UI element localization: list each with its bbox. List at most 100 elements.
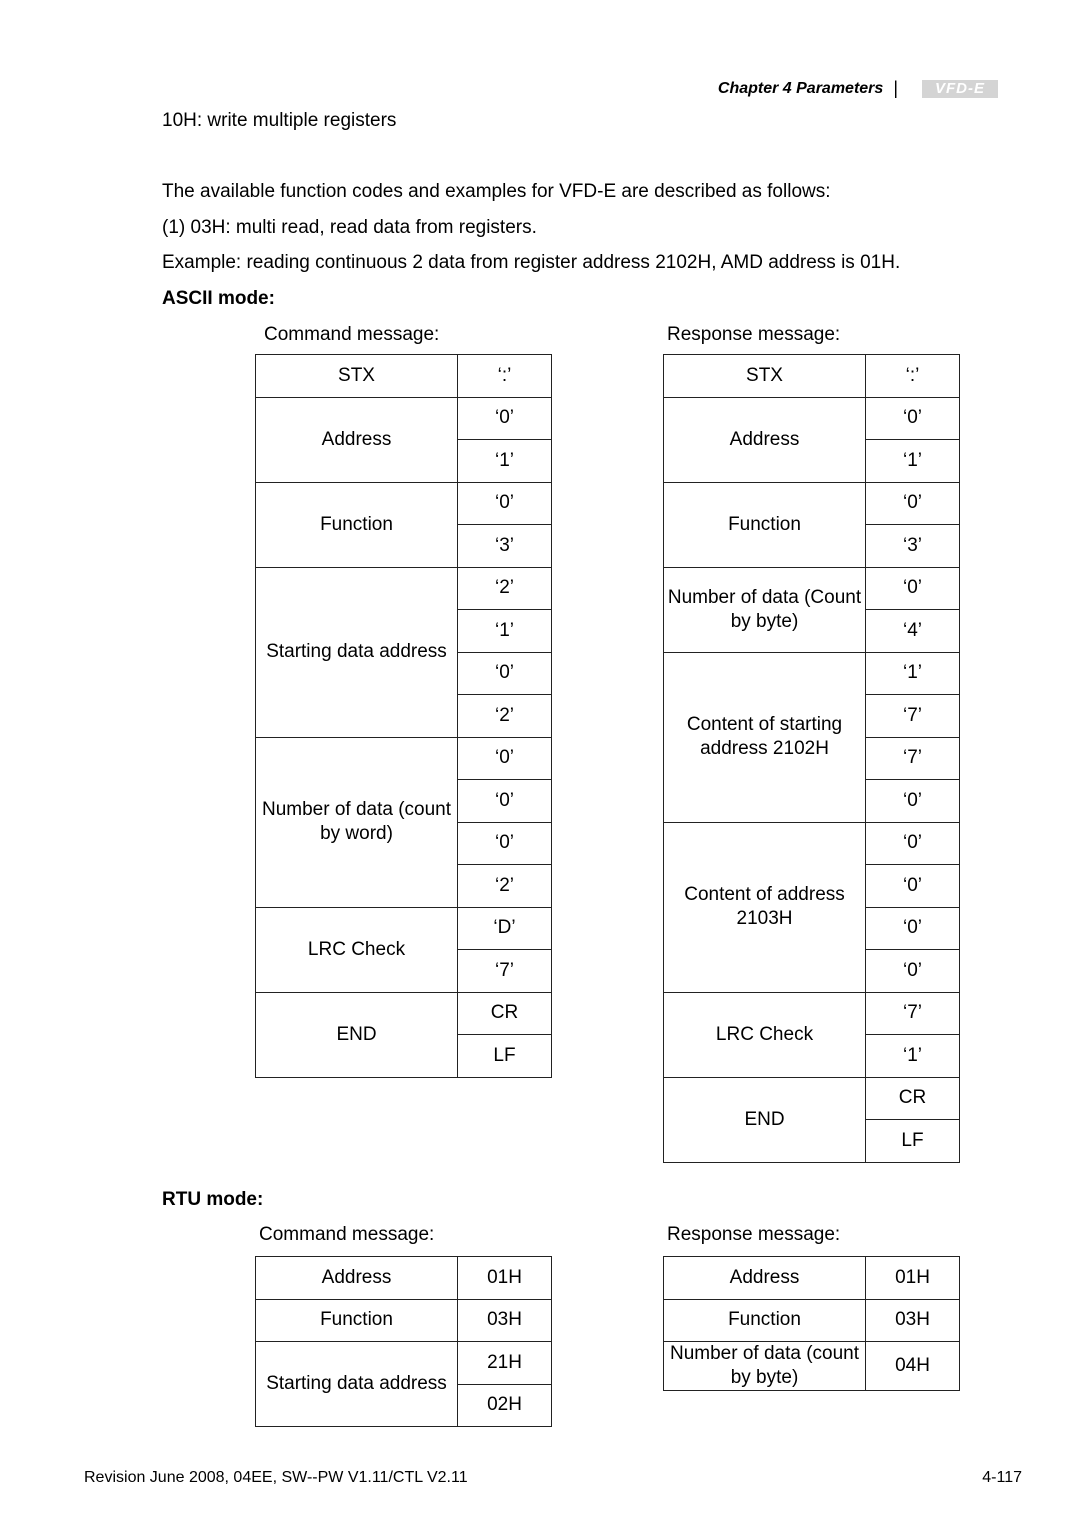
field-value-cell: ‘0’ — [865, 906, 960, 950]
text-line-1: 10H: write multiple registers — [162, 110, 397, 131]
table-row: Number of data (Count by byte) ‘0’ — [663, 566, 960, 653]
field-value-cell: ‘:’ — [865, 354, 960, 398]
field-value-cell: ‘2’ — [457, 864, 552, 908]
table-row: Content of starting address 2102H ‘1’ — [663, 651, 960, 823]
field-name-cell: STX — [663, 354, 866, 398]
field-value-cell: ‘7’ — [865, 991, 960, 1035]
rtu-response-label: Response message: — [667, 1224, 841, 1245]
field-name-cell: STX — [255, 354, 458, 398]
rtu-command-table: Address 01H Function 03H Starting data addre… — [255, 1256, 552, 1427]
field-value-cell: 02H — [457, 1383, 552, 1427]
field-name-cell: Function — [663, 481, 866, 568]
page-header: Chapter 4 Parameters | VFD-E — [718, 78, 998, 99]
footer-page-number: 4-117 — [982, 1469, 1022, 1486]
rtu-mode-title: RTU mode: — [162, 1189, 264, 1210]
field-value-cell: ‘0’ — [457, 736, 552, 780]
field-name-cell: Address — [255, 1256, 458, 1300]
field-name-cell: Address — [255, 396, 458, 483]
table-row: Function ‘0’ — [255, 481, 552, 568]
table-row: Number of data (count by word) ‘0’ — [255, 736, 552, 908]
field-name-cell: Function — [255, 1298, 458, 1342]
ascii-response-label: Response message: — [667, 324, 841, 345]
field-value-cell: ‘1’ — [457, 439, 552, 483]
field-name-cell: Address — [663, 396, 866, 483]
field-name-cell: LRC Check — [663, 991, 866, 1078]
field-value-cell: CR — [457, 991, 552, 1035]
text-line-4: Example: reading continuous 2 data from … — [162, 252, 901, 273]
field-value-cell: ‘0’ — [457, 651, 552, 695]
header-separator: | — [893, 78, 898, 98]
field-value-cell: 03H — [457, 1298, 552, 1342]
field-name-cell: Function — [255, 481, 458, 568]
field-name-cell: Number of data (count by word) — [255, 736, 458, 908]
table-row: LRC Check ‘D’ — [255, 906, 552, 993]
field-value-cell: 04H — [865, 1341, 960, 1391]
table-row: Function 03H — [255, 1298, 552, 1342]
field-value-cell: ‘1’ — [865, 651, 960, 695]
field-value-cell: ‘2’ — [457, 566, 552, 610]
field-value-cell: ‘7’ — [865, 736, 960, 780]
field-value-cell: CR — [865, 1076, 960, 1120]
field-value-cell: LF — [865, 1119, 960, 1163]
text-line-3: (1) 03H: multi read, read data from regi… — [162, 217, 537, 238]
rtu-command-label: Command message: — [259, 1224, 435, 1245]
field-value-cell: 21H — [457, 1341, 552, 1385]
field-value-cell: ‘0’ — [865, 864, 960, 908]
table-row: Content of address 2103H ‘0’ — [663, 821, 960, 993]
field-name-cell: Content of address 2103H — [663, 821, 866, 993]
field-value-cell: ‘0’ — [457, 481, 552, 525]
field-value-cell: ‘0’ — [865, 821, 960, 865]
field-value-cell: LF — [457, 1034, 552, 1078]
footer-revision: Revision June 2008, 04EE, SW--PW V1.11/C… — [84, 1469, 468, 1486]
field-value-cell: ‘0’ — [865, 396, 960, 440]
chapter-title: Chapter 4 Parameters — [717, 79, 884, 97]
field-name-cell: Number of data (Count by byte) — [663, 566, 866, 653]
field-name-cell: Address — [663, 1256, 866, 1300]
field-value-cell: ‘0’ — [865, 566, 960, 610]
rtu-response-table: Address 01H Function 03H Number of data (cou… — [663, 1256, 960, 1391]
field-name-cell: Function — [663, 1298, 866, 1342]
field-value-cell: ‘1’ — [865, 439, 960, 483]
field-value-cell: ‘7’ — [865, 694, 960, 738]
field-name-cell: Starting data address — [255, 566, 458, 738]
field-value-cell: ‘0’ — [457, 779, 552, 823]
field-value-cell: ‘3’ — [457, 524, 552, 568]
ascii-mode-title: ASCII mode: — [162, 288, 275, 309]
field-value-cell: ‘0’ — [865, 481, 960, 525]
field-name-cell: Content of starting address 2102H — [663, 651, 866, 823]
field-value-cell: 01H — [457, 1256, 552, 1300]
field-value-cell: 03H — [865, 1298, 960, 1342]
table-row: Address 01H — [255, 1256, 552, 1300]
table-row: STX ‘:’ — [255, 354, 552, 398]
ascii-command-label: Command message: — [264, 324, 440, 345]
field-value-cell: ‘0’ — [865, 779, 960, 823]
field-value-cell: ‘1’ — [457, 609, 552, 653]
table-row: END CR — [255, 991, 552, 1078]
table-row: Starting data address ‘2’ — [255, 566, 552, 738]
field-value-cell: ‘0’ — [865, 949, 960, 993]
field-value-cell: ‘:’ — [457, 354, 552, 398]
table-row: LRC Check ‘7’ — [663, 991, 960, 1078]
field-value-cell: ‘4’ — [865, 609, 960, 653]
table-row: Function 03H — [663, 1298, 960, 1342]
field-name-cell: END — [255, 991, 458, 1078]
field-value-cell: ‘D’ — [457, 906, 552, 950]
table-row: Starting data address 21H — [255, 1341, 552, 1427]
text-line-2: The available function codes and example… — [162, 181, 831, 202]
field-value-cell: ‘0’ — [457, 821, 552, 865]
vfd-e-logo: VFD-E — [922, 79, 998, 98]
field-value-cell: ‘2’ — [457, 694, 552, 738]
field-value-cell: ‘1’ — [865, 1034, 960, 1078]
ascii-command-table: STX ‘:’ Address ‘0’ ‘1’ Function ‘0’ ‘3’ Startin… — [255, 354, 552, 1078]
field-value-cell: ‘3’ — [865, 524, 960, 568]
field-value-cell: ‘0’ — [457, 396, 552, 440]
table-row: Address ‘0’ — [255, 396, 552, 483]
field-value-cell: 01H — [865, 1256, 960, 1300]
field-name-cell: LRC Check — [255, 906, 458, 993]
field-value-cell: ‘7’ — [457, 949, 552, 993]
field-name-cell: Starting data address — [255, 1341, 458, 1427]
field-name-cell: END — [663, 1076, 866, 1163]
table-row: Function ‘0’ — [663, 481, 960, 568]
ascii-response-table: STX ‘:’ Address ‘0’ ‘1’ Function ‘0’ ‘3’ Number … — [663, 354, 960, 1163]
field-name-cell: Number of data (count by byte) — [663, 1341, 866, 1391]
